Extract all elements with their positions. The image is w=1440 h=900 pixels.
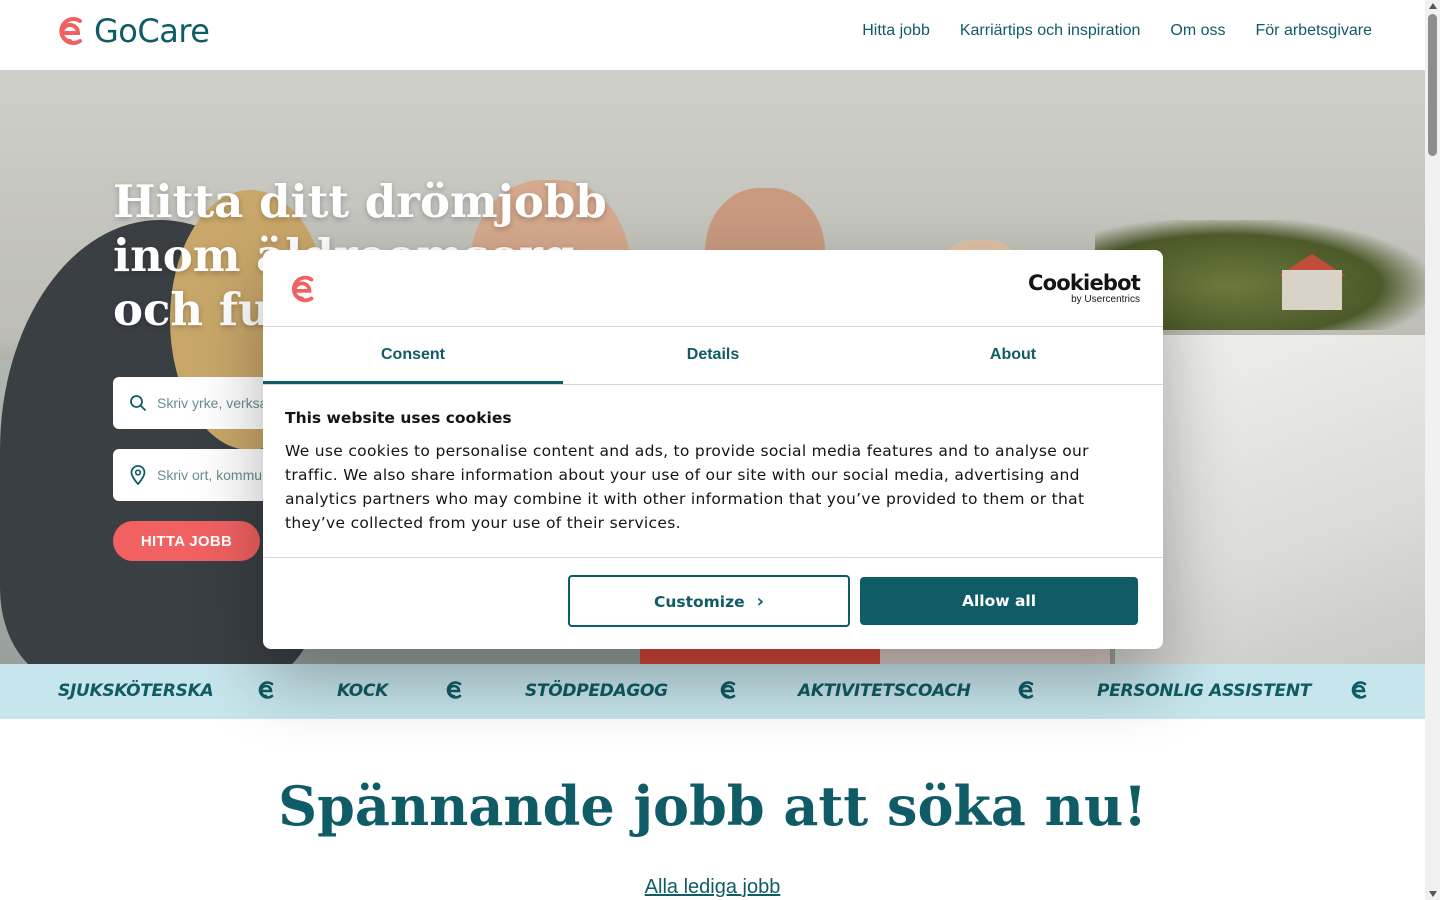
tab-details[interactable]: Details <box>563 328 863 384</box>
page-scrollbar[interactable] <box>1425 0 1440 900</box>
gocare-mark-icon <box>720 681 736 699</box>
nav-karriartips[interactable]: Karriärtips och inspiration <box>960 22 1141 40</box>
dialog-text: We use cookies to personalise content an… <box>285 442 1089 532</box>
site-header: GoCare Hitta jobb Karriärtips och inspir… <box>0 0 1425 70</box>
consent-tabs: Consent Details About <box>263 328 1163 385</box>
cookiebot-name: Cookiebot <box>1028 271 1141 295</box>
cookiebot-logo[interactable]: Cookiebot by Usercentrics <box>1028 271 1141 305</box>
location-pin-icon <box>130 465 146 485</box>
ticker-item: PERSONLIG ASSISTENT <box>1097 681 1312 701</box>
gocare-mark-icon <box>446 681 462 699</box>
cookiebot-subtitle: by Usercentrics <box>1071 294 1140 305</box>
scroll-down-arrow-icon[interactable] <box>1429 891 1437 897</box>
gocare-logo-icon <box>291 275 314 303</box>
gocare-mark-icon <box>1018 681 1034 699</box>
ticker-item: SJUKSKÖTERSKA <box>58 681 214 701</box>
allow-all-button[interactable]: Allow all <box>860 577 1138 625</box>
scrollbar-thumb[interactable] <box>1428 14 1437 156</box>
gocare-logo-icon <box>59 17 82 45</box>
ticker-item: STÖDPEDAGOG <box>525 681 668 701</box>
ticker-item: KOCK <box>337 681 388 701</box>
gocare-mark-icon <box>1351 681 1367 699</box>
tab-about[interactable]: About <box>863 328 1163 384</box>
nav-om-oss[interactable]: Om oss <box>1170 22 1225 40</box>
dialog-body: This website uses cookies We use cookies… <box>285 409 1135 535</box>
profession-ticker: SJUKSKÖTERSKA KOCK STÖDPEDAGOG AKTIVITET… <box>0 664 1425 719</box>
tab-consent[interactable]: Consent <box>263 328 563 384</box>
jobs-section-title: Spännande jobb att söka nu! <box>278 774 1147 838</box>
logo-wordmark: GoCare <box>94 12 210 50</box>
all-jobs-link[interactable]: Alla lediga jobb <box>0 876 1425 899</box>
gocare-logo[interactable]: GoCare <box>52 11 210 51</box>
scroll-up-arrow-icon[interactable] <box>1429 3 1437 9</box>
main-nav: Hitta jobb Karriärtips och inspiration O… <box>862 22 1372 40</box>
customize-button[interactable]: Customize › <box>568 575 850 627</box>
customize-label: Customize <box>653 592 745 611</box>
gocare-mark-icon <box>258 681 274 699</box>
nav-for-arbetsgivare[interactable]: För arbetsgivare <box>1256 22 1373 40</box>
dialog-footer: Customize › Allow all <box>263 557 1163 649</box>
hitta-jobb-button[interactable]: HITTA JOBB <box>113 521 260 561</box>
cookie-consent-dialog: Cookiebot by Usercentrics Consent Detail… <box>263 250 1163 649</box>
chevron-right-icon: › <box>756 590 765 612</box>
dialog-header: Cookiebot by Usercentrics <box>263 250 1163 327</box>
ticker-item: AKTIVITETSCOACH <box>798 681 971 701</box>
hero-background-house <box>1282 270 1342 310</box>
nav-hitta-jobb[interactable]: Hitta jobb <box>862 22 930 40</box>
search-icon <box>130 395 146 411</box>
dialog-title: This website uses cookies <box>285 409 512 427</box>
